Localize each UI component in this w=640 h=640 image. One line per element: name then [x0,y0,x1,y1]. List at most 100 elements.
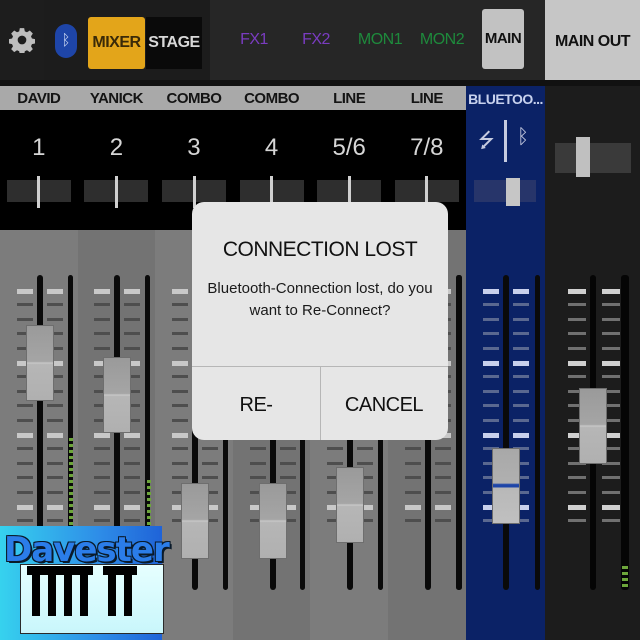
connection-lost-dialog: CONNECTION LOST Bluetooth-Connection los… [192,202,448,440]
channel-name[interactable]: LINE [388,86,466,110]
fader-scale-tick [404,519,421,523]
channel-number: 5/6 [332,134,366,161]
fader-scale-tick [567,519,586,523]
bluetooth-pan-knob[interactable] [506,178,520,206]
fader-scale-tick [567,289,586,294]
fader-scale-tick [482,361,499,366]
fader-scale-tick [601,505,620,510]
fader-scale-tick [124,317,141,321]
fader-scale-tick [482,346,499,350]
fader-scale-tick [404,490,421,494]
channel-name[interactable]: COMBO [233,86,311,110]
fader-scale-tick [172,346,188,350]
bluetooth-icon[interactable]: ᛒ [515,126,531,164]
bluetooth-fader-knob[interactable] [491,448,520,525]
fader-track[interactable] [502,275,509,590]
bluetooth-channel-name[interactable]: BLUETOO... [466,86,545,110]
reconnect-button[interactable]: RE-CONNECT [192,367,320,440]
fader-scale-tick [172,418,188,422]
fader-scale-tick [94,289,111,294]
fader-scale-tick [279,461,296,465]
fader-scale-tick [124,346,141,350]
fader-scale-tick [512,332,529,336]
fader-scale-tick [202,461,218,465]
bus-main-tab[interactable]: MAIN [482,9,524,69]
bluetooth-icon: ᛒ [61,32,71,49]
fader-knob[interactable] [336,466,365,543]
fader-scale-tick [601,519,620,523]
fader-scale-tick [172,317,188,321]
main-balance-knob[interactable] [576,137,590,177]
channel-name[interactable]: COMBO [155,86,233,110]
fader-scale-tick [94,461,111,465]
fader-scale-tick [567,317,586,321]
fader-knob[interactable] [258,482,287,559]
fader-scale-tick [512,404,529,408]
main-out-fader-knob[interactable] [578,388,607,465]
level-meter [621,275,629,590]
settings-button[interactable] [0,0,44,80]
mode-mixer-button[interactable]: MIXER [88,17,145,69]
fader-scale-tick [567,346,586,350]
fader-scale-tick [16,505,33,510]
bus-fx1-tab[interactable]: FX1 [232,20,276,60]
piano-key-graphic [59,566,77,616]
fader-scale-tick [94,433,111,438]
fader-scale-tick [434,476,451,480]
piano-key-graphic [103,566,121,616]
fader-scale-tick [94,505,111,510]
fader-scale-tick [512,317,529,321]
fader-scale-tick [94,447,111,451]
level-meter [535,275,540,590]
main-out-tab[interactable]: MAIN OUT [545,0,640,80]
fader-scale-tick [124,490,141,494]
fader-scale-tick [327,447,344,451]
bus-mon1-tab[interactable]: MON1 [352,20,408,60]
fader-scale-tick [16,490,33,494]
bus-mon2-tab[interactable]: MON2 [414,20,470,60]
fader-scale-tick [16,404,33,408]
usb-icon[interactable]: ⭍ [478,126,495,164]
fader-scale-tick [124,332,141,336]
fader-scale-tick [482,389,499,393]
fader-scale-tick [567,375,586,379]
pan-indicator[interactable] [114,176,118,208]
fader-scale-tick [94,476,111,480]
fader-scale-tick [172,289,188,294]
fader-scale-tick [601,346,620,350]
cancel-button[interactable]: CANCEL [320,367,448,440]
fader-scale-tick [46,447,63,451]
bus-fx2-tab[interactable]: FX2 [294,20,338,60]
fader-scale-tick [172,447,188,451]
bluetooth-button[interactable]: ᛒ [55,24,77,58]
pan-indicator[interactable] [37,176,41,208]
fader-scale-tick [482,375,499,379]
fader-scale-tick [16,447,33,451]
bluetooth-pan-slider[interactable] [474,180,536,202]
source-divider [504,120,507,162]
fader-knob[interactable] [103,356,132,433]
main-balance-slider[interactable] [555,143,631,173]
channel-name[interactable]: LINE [310,86,388,110]
piano-key-graphic [119,566,137,616]
fader-knob[interactable] [25,325,54,402]
fader-scale-tick [434,505,451,510]
channel-name[interactable]: YANICK [78,86,156,110]
fader-scale-tick [482,332,499,336]
fader-scale-tick [567,476,586,480]
fader-knob[interactable] [181,482,209,559]
channel-name[interactable]: DAVID [0,86,78,110]
fader-scale-tick [124,505,141,510]
mode-stage-button[interactable]: STAGE [146,17,202,69]
fader-scale-tick [601,361,620,366]
fader-scale-tick [124,289,141,294]
fader-scale-tick [172,389,188,393]
fader-scale-tick [46,317,63,321]
pan-indicator[interactable] [192,176,196,208]
fader-scale-tick [124,303,141,307]
fader-scale-tick [567,505,586,510]
fader-scale-tick [601,289,620,294]
fader-scale-tick [512,289,529,294]
fader-scale-tick [404,461,421,465]
fader-scale-tick [94,346,111,350]
